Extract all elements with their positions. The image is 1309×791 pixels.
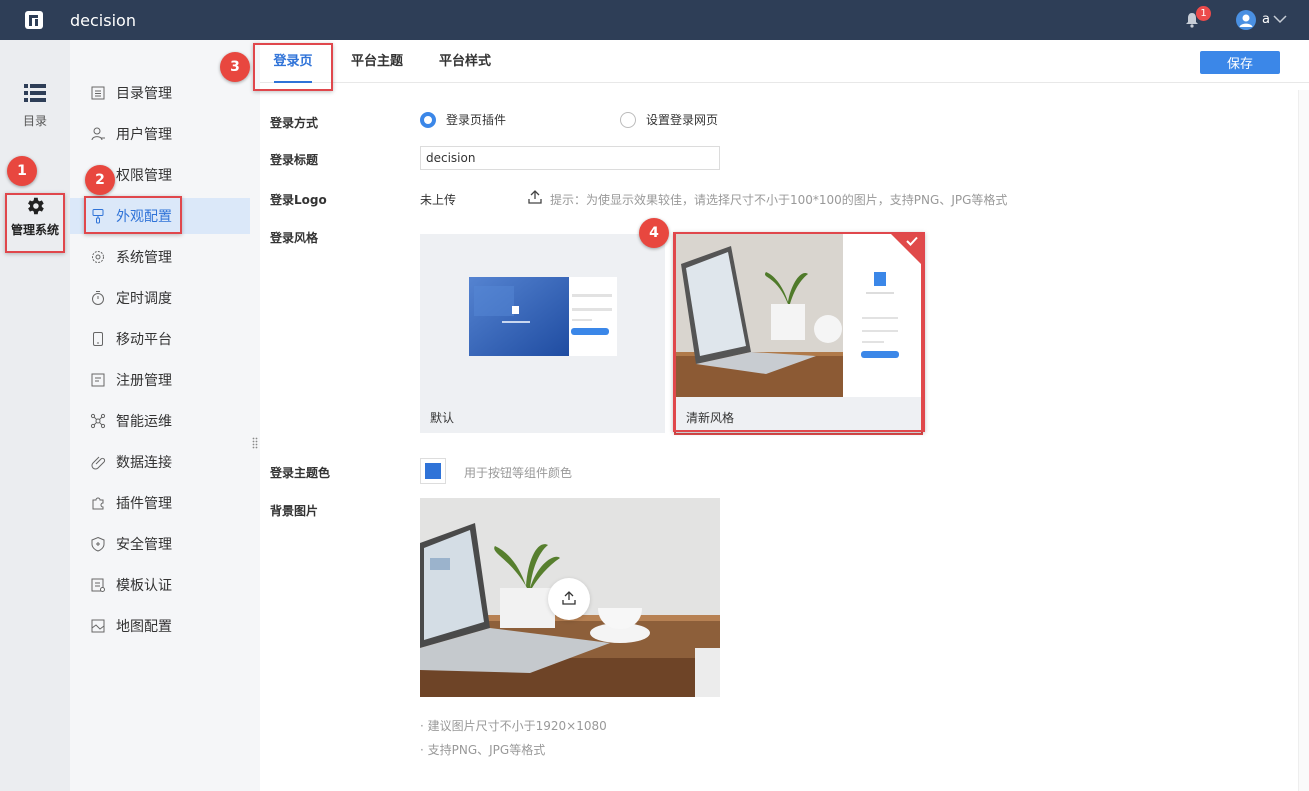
default-style-preview-image [420,234,665,397]
app-logo-icon[interactable] [24,10,44,30]
radio-login-webpage[interactable]: 设置登录网页 [620,111,718,128]
radio-unchecked-icon [620,111,636,128]
menu-item-registration[interactable]: 注册管理 [70,362,250,398]
background-note-size: · 建议图片尺寸不小于1920×1080 [420,719,607,733]
map-icon [91,619,105,633]
menu-item-scheduling[interactable]: 定时调度 [70,280,250,316]
callout-badge-3: 3 [220,52,250,82]
menu-item-label: 系统管理 [116,250,172,266]
highlight-box-fresh-style [673,232,925,432]
login-style-label: 登录风格 [270,231,319,245]
menu-item-label: 注册管理 [116,373,172,389]
rail-item-directory[interactable]: 目录 [0,84,70,129]
menu-item-plugins[interactable]: 插件管理 [70,485,250,521]
highlight-box-login-tab [253,43,333,91]
background-note-format: · 支持PNG、JPG等格式 [420,743,546,757]
notification-badge: 1 [1196,6,1211,21]
list-icon [91,86,105,100]
save-button[interactable]: 保存 [1200,51,1280,74]
radio-checked-icon [420,111,436,128]
tab-platform-theme[interactable]: 平台主题 [351,40,403,83]
resize-handle-icon[interactable] [252,437,258,449]
plugin-icon [92,497,104,510]
mobile-icon [93,332,103,346]
style-card-caption: 默认 [430,411,455,425]
menu-item-label: 插件管理 [116,496,172,512]
management-menu: 目录管理 用户管理 权限管理 外观配置 系统管理 定时调度 移动平台 注册管理 … [70,40,260,791]
callout-badge-2: 2 [85,165,115,195]
menu-item-system[interactable]: 系统管理 [70,239,250,275]
callout-badge-1: 1 [7,156,37,186]
menu-item-ops[interactable]: 智能运维 [70,403,250,439]
background-upload-button[interactable] [548,578,590,620]
menu-item-template-auth[interactable]: 模板认证 [70,567,250,603]
directory-list-icon [24,84,46,102]
login-logo-label: 登录Logo [270,193,327,207]
theme-color-label: 登录主题色 [270,466,331,480]
theme-color-picker[interactable] [420,458,446,484]
link-icon [91,456,106,470]
chevron-down-icon[interactable] [1272,12,1288,26]
user-avatar-icon [1239,14,1253,27]
app-title: decision [70,11,136,30]
radio-label: 设置登录网页 [646,113,719,127]
color-swatch-fill [425,463,441,479]
network-icon [90,413,106,429]
radio-login-plugin[interactable]: 登录页插件 [420,111,506,128]
highlight-box-system [5,193,65,253]
left-rail: 目录 管理系统 [0,40,70,791]
menu-item-map-config[interactable]: 地图配置 [70,608,250,644]
menu-item-label: 定时调度 [116,291,172,307]
highlight-box-appearance [84,196,182,234]
register-icon [91,373,105,387]
menu-item-users[interactable]: 用户管理 [70,116,250,152]
template-icon [91,578,105,592]
tab-platform-style[interactable]: 平台样式 [439,40,491,83]
menu-item-label: 目录管理 [116,86,172,102]
menu-item-label: 移动平台 [116,332,172,348]
menu-item-label: 安全管理 [116,537,172,553]
upload-icon [562,591,576,605]
menu-item-mobile[interactable]: 移动平台 [70,321,250,357]
avatar[interactable] [1236,10,1256,30]
theme-color-hint: 用于按钮等组件颜色 [464,466,573,480]
login-method-label: 登录方式 [270,116,319,130]
menu-item-label: 模板认证 [116,578,172,594]
login-title-label: 登录标题 [270,153,319,167]
menu-item-label: 数据连接 [116,455,172,471]
menu-item-label: 智能运维 [116,414,172,430]
style-card-default[interactable]: 默认 [420,234,665,433]
user-name[interactable]: a [1262,12,1270,27]
menu-item-label: 地图配置 [116,619,172,635]
logo-upload-status: 未上传 [420,193,457,207]
logo-hint-text: 提示：为使显示效果较佳，请选择尺寸不小于100*100的图片，支持PNG、JPG… [550,193,1008,207]
shield-icon [91,536,105,552]
menu-item-label: 用户管理 [116,127,172,143]
menu-item-catalog[interactable]: 目录管理 [70,75,250,111]
radio-label: 登录页插件 [446,113,507,127]
gear-icon [92,251,104,263]
user-icon [91,127,105,141]
content-scrollbar[interactable] [1298,90,1309,791]
upload-icon[interactable] [528,190,542,204]
menu-item-security[interactable]: 安全管理 [70,526,250,562]
tab-bar: 登录页 平台主题 平台样式 保存 [260,40,1309,83]
background-image-preview[interactable] [420,498,720,697]
rail-directory-label: 目录 [22,114,47,128]
menu-item-label: 权限管理 [116,168,172,184]
tab-label: 平台主题 [351,54,404,69]
background-image-label: 背景图片 [270,504,319,518]
login-title-input[interactable] [420,146,720,170]
timer-icon [92,291,104,305]
callout-badge-4: 4 [639,218,669,248]
tab-label: 平台样式 [439,54,492,69]
top-bar: decision 1 a [0,0,1309,40]
menu-item-data-connection[interactable]: 数据连接 [70,444,250,480]
